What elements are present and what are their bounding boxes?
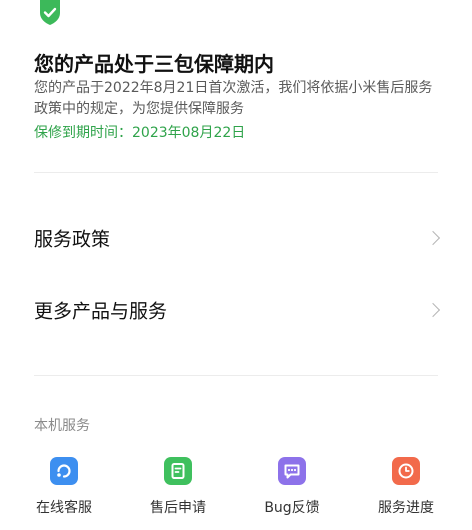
warranty-title: 您的产品处于三包保障期内: [34, 52, 274, 76]
service-label: 售后申请: [150, 500, 206, 516]
warranty-expiry-date: 保修到期时间：2023年08月22日: [34, 125, 246, 141]
service-label: Bug反馈: [264, 500, 320, 516]
menu-item-service-policy[interactable]: 服务政策: [0, 210, 472, 266]
warranty-description: 您的产品于2022年8月21日首次激活，我们将依据小米售后服务政策中的规定，为您…: [34, 80, 433, 117]
menu-item-label: 更多产品与服务: [34, 300, 168, 323]
service-online-support[interactable]: 在线客服: [19, 457, 109, 523]
document-icon: [164, 457, 192, 485]
chevron-right-icon: [425, 302, 441, 318]
headset-icon: [50, 457, 78, 485]
divider: [34, 375, 438, 376]
service-after-sales-request[interactable]: 售后申请: [133, 457, 223, 523]
service-label: 在线客服: [36, 500, 92, 516]
chevron-right-icon: [425, 230, 441, 246]
service-progress[interactable]: 服务进度: [361, 457, 451, 523]
service-bug-feedback[interactable]: Bug反馈: [247, 457, 337, 523]
divider: [34, 172, 438, 173]
chat-bubble-icon: [278, 457, 306, 485]
service-label: 服务进度: [378, 500, 434, 516]
menu-item-label: 服务政策: [34, 228, 111, 251]
shield-check-icon: [40, 0, 60, 25]
device-services-grid: 在线客服 售后申请 Bug反馈 服务进度: [0, 457, 472, 523]
clock-icon: [392, 457, 420, 485]
section-title-device-services: 本机服务: [34, 418, 90, 434]
menu-item-more-products-services[interactable]: 更多产品与服务: [0, 282, 472, 338]
